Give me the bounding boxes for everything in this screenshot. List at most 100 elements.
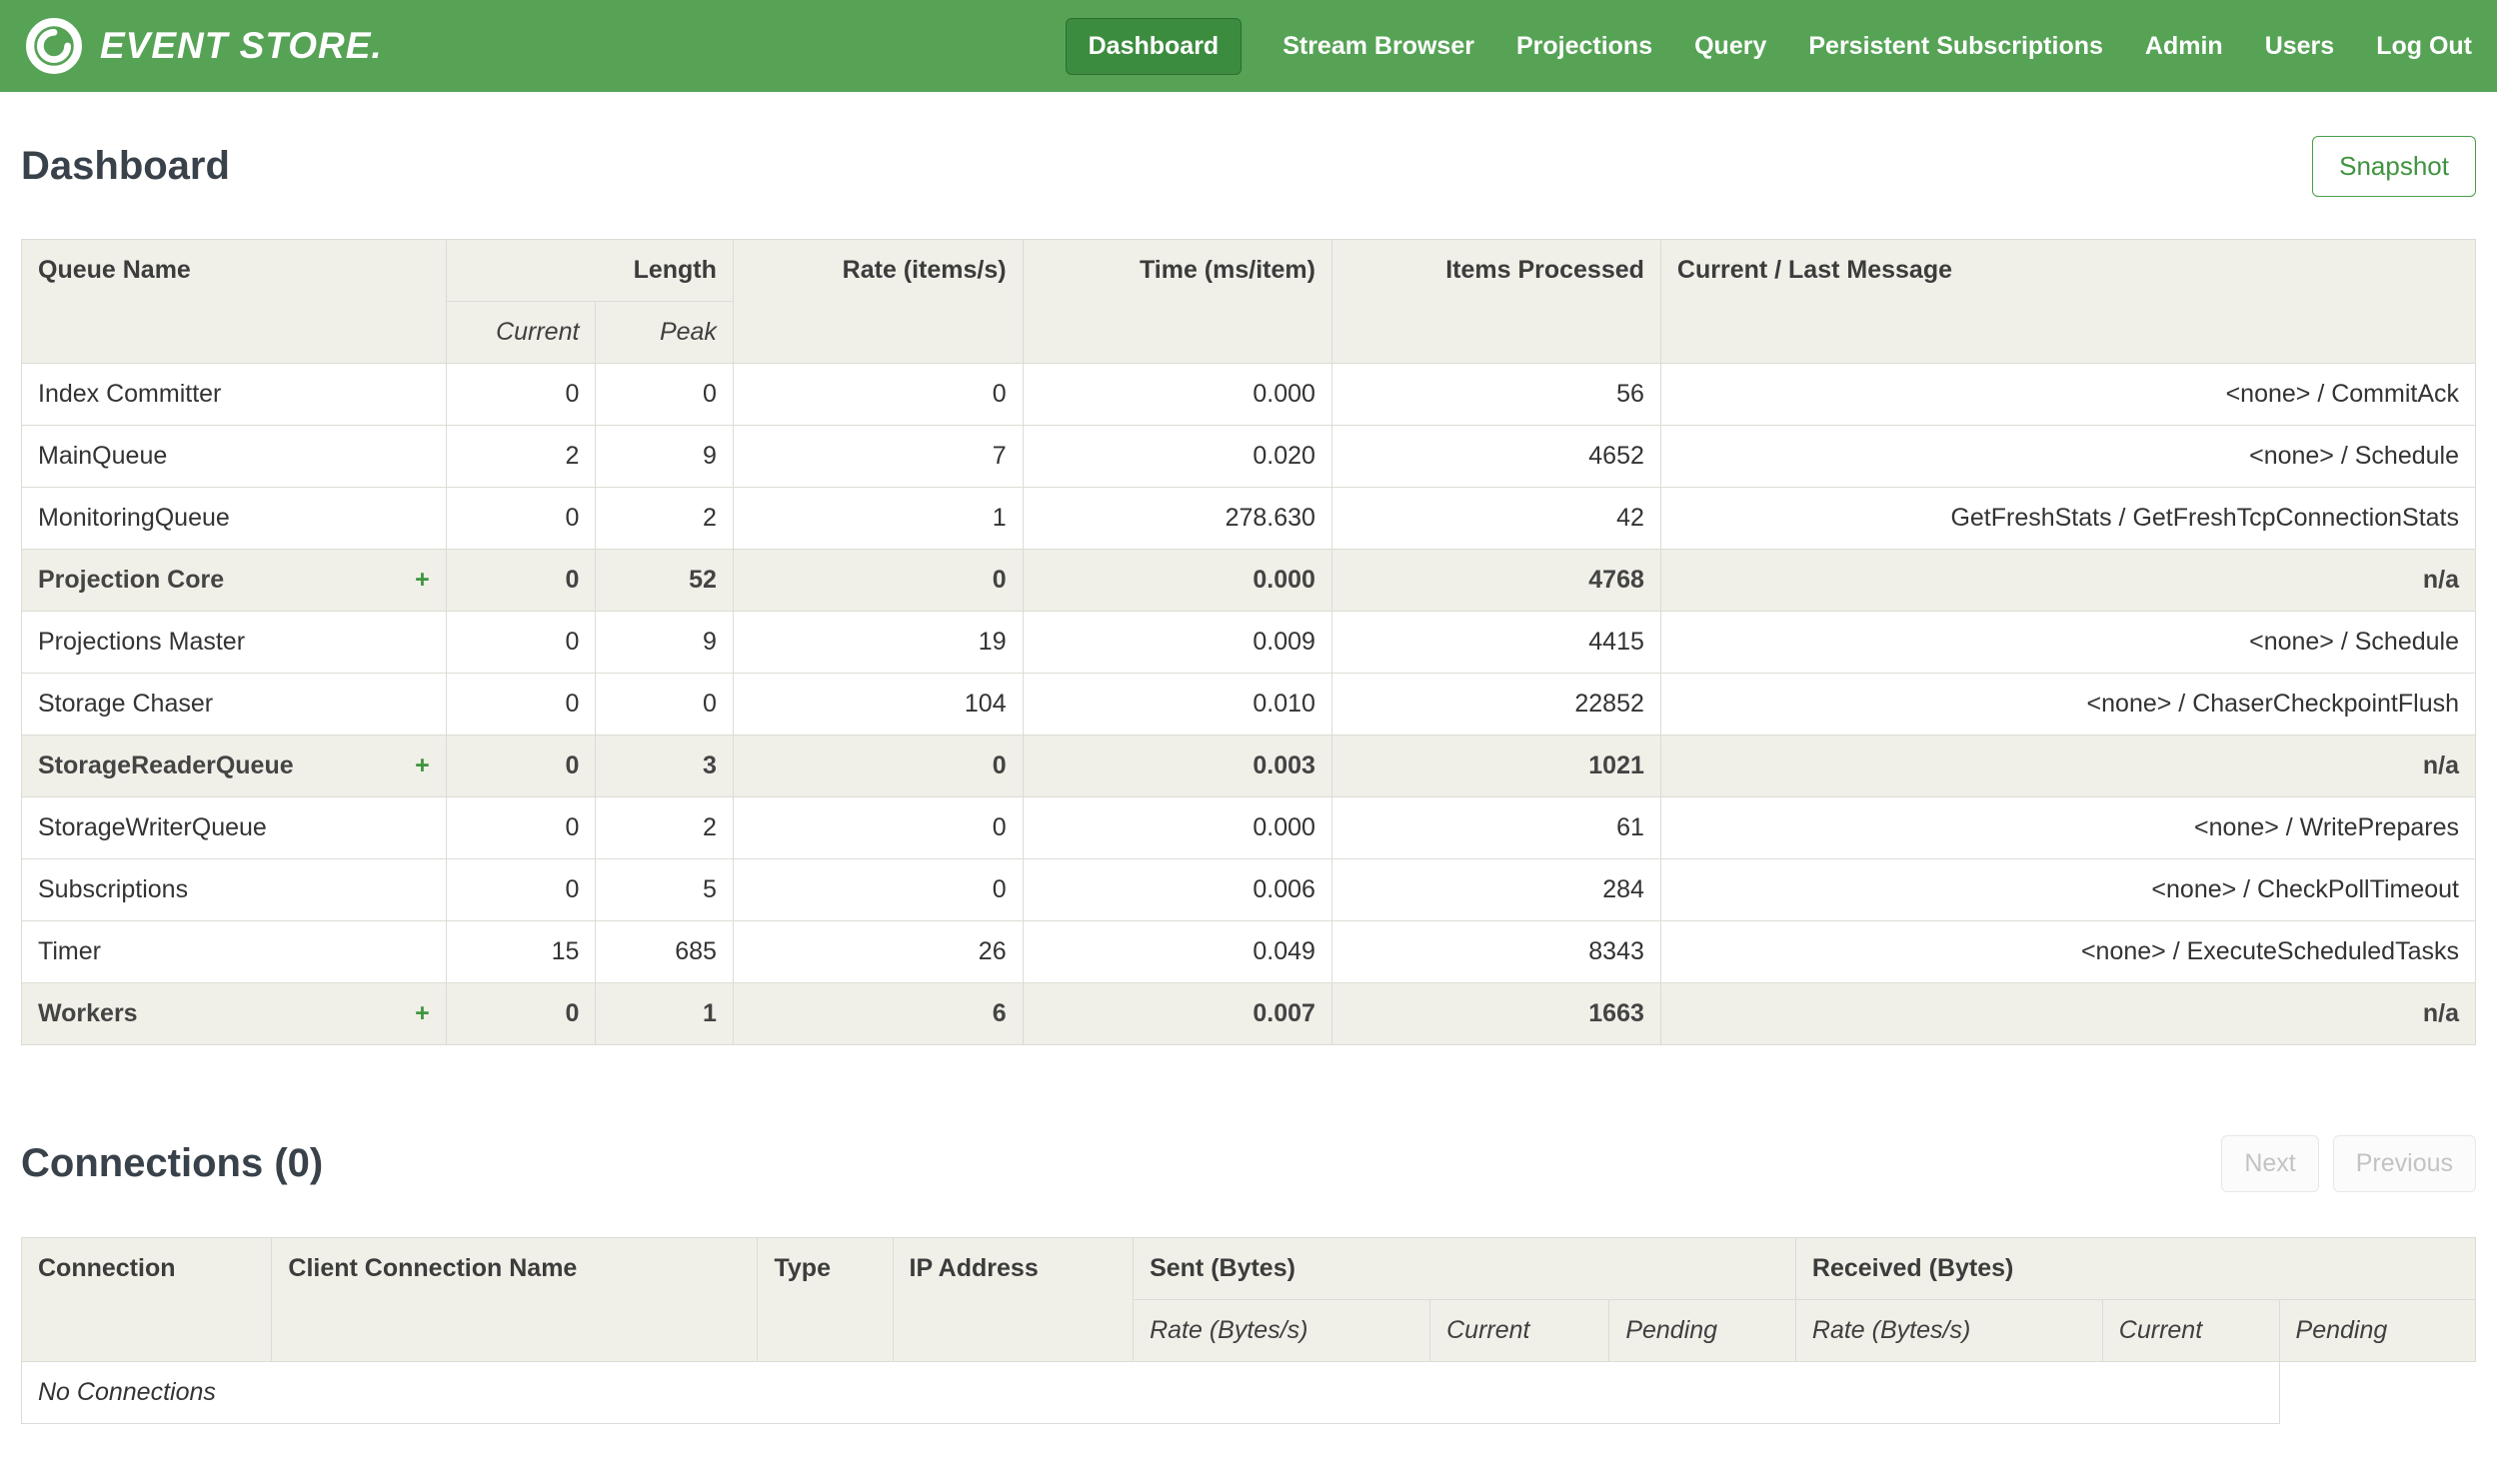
queue-time-value: 278.630 (1022, 487, 1332, 550)
queue-peak-value: 2 (595, 487, 734, 550)
queue-peak-value: 1 (595, 982, 734, 1045)
next-button[interactable]: Next (2221, 1135, 2319, 1192)
queue-name: Timer (38, 937, 101, 965)
queue-rate-value: 0 (732, 858, 1024, 921)
queue-row: Workers +0 1 6 0.007 1663 n/a (21, 982, 2477, 1045)
queue-name-cell: Index Committer (21, 363, 447, 426)
eventstore-logo-icon (24, 16, 84, 76)
queue-current-value: 0 (445, 487, 597, 550)
queue-rate-value: 0 (732, 735, 1024, 797)
nav-item-admin[interactable]: Admin (2144, 18, 2224, 75)
queue-row: MainQueue 2 9 7 0.020 4652 <none> / Schedule (21, 425, 2477, 488)
queue-time-value: 0.010 (1022, 673, 1332, 736)
queue-row: StorageReaderQueue +0 3 0 0.003 1021 n/a (21, 735, 2477, 797)
header-sent-rate: Rate (Bytes/s) (1133, 1299, 1431, 1362)
queue-message-value: GetFreshStats / GetFreshTcpConnectionSta… (1659, 487, 2477, 550)
queue-rate-value: 1 (732, 487, 1024, 550)
queue-peak-value: 9 (595, 425, 734, 488)
nav-item-users[interactable]: Users (2264, 18, 2336, 75)
header-current: Current (445, 301, 597, 364)
queue-name-cell: StorageReaderQueue + (21, 735, 447, 797)
queue-message-value: <none> / CheckPollTimeout (1659, 858, 2477, 921)
header-queue-name: Queue Name (21, 239, 447, 364)
queue-rate-value: 19 (732, 611, 1024, 674)
queue-name: StorageWriterQueue (38, 813, 267, 841)
page-title: Dashboard (21, 144, 230, 188)
header-time: Time (ms/item) (1022, 239, 1332, 364)
queue-items-processed-value: 22852 (1330, 673, 1661, 736)
header-received-rate: Rate (Bytes/s) (1794, 1299, 2103, 1362)
queue-name-cell: StorageWriterQueue (21, 796, 447, 859)
queue-items-processed-value: 4768 (1330, 549, 1661, 612)
expand-icon[interactable]: + (415, 751, 430, 780)
queue-name-cell: Workers + (21, 982, 447, 1045)
queue-name: Projections Master (38, 628, 246, 656)
header-client-connection-name: Client Connection Name (271, 1237, 759, 1362)
queue-rate-value: 6 (732, 982, 1024, 1045)
queue-row: Storage Chaser 0 0 104 0.010 22852 <none> / Ch… (21, 673, 2477, 736)
queue-name-cell: MonitoringQueue (21, 487, 447, 550)
pager: Next Previous (2221, 1135, 2476, 1192)
queue-time-value: 0.007 (1022, 982, 1332, 1045)
queue-current-value: 0 (445, 796, 597, 859)
header-rate: Rate (items/s) (732, 239, 1024, 364)
snapshot-button[interactable]: Snapshot (2312, 136, 2476, 197)
queue-peak-value: 0 (595, 673, 734, 736)
queue-message-value: n/a (1659, 549, 2477, 612)
nav-item-projections[interactable]: Projections (1515, 18, 1653, 75)
queue-message-value: n/a (1659, 982, 2477, 1045)
queue-items-processed-value: 284 (1330, 858, 1661, 921)
header-items-processed: Items Processed (1330, 239, 1661, 364)
header-sent-current: Current (1429, 1299, 1610, 1362)
queue-rate-value: 26 (732, 920, 1024, 983)
queue-name-cell: Subscriptions (21, 858, 447, 921)
queue-name: Subscriptions (38, 875, 189, 903)
header-received-current: Current (2101, 1299, 2280, 1362)
queue-name-cell: Timer (21, 920, 447, 983)
expand-icon[interactable]: + (415, 999, 430, 1028)
brand[interactable]: EVENT STORE. (24, 16, 383, 76)
queue-items-processed-value: 8343 (1330, 920, 1661, 983)
previous-button[interactable]: Previous (2332, 1135, 2476, 1192)
queue-row: MonitoringQueue 0 2 1 278.630 42 GetFreshStats… (21, 487, 2477, 550)
no-connections-text: No Connections (21, 1361, 2280, 1424)
queue-row: Projection Core +0 52 0 0.000 4768 n/a (21, 549, 2477, 612)
queue-peak-value: 0 (595, 363, 734, 426)
nav-item-query[interactable]: Query (1693, 18, 1767, 75)
queue-current-value: 0 (445, 673, 597, 736)
header-peak: Peak (595, 301, 734, 364)
queue-items-processed-value: 1021 (1330, 735, 1661, 797)
queue-name-cell: MainQueue (21, 425, 447, 488)
queue-peak-value: 3 (595, 735, 734, 797)
nav-item-stream-browser[interactable]: Stream Browser (1281, 18, 1475, 75)
queue-current-value: 0 (445, 363, 597, 426)
queue-time-value: 0.003 (1022, 735, 1332, 797)
header-type: Type (757, 1237, 894, 1362)
header-connection: Connection (20, 1237, 273, 1362)
nav-item-logout[interactable]: Log Out (2375, 18, 2473, 75)
queue-message-value: <none> / ChaserCheckpointFlush (1659, 673, 2477, 736)
queue-name: Projection Core (38, 566, 225, 594)
queue-row: Projections Master 0 9 19 0.009 4415 <none> / … (21, 611, 2477, 674)
queue-message-value: <none> / ExecuteScheduledTasks (1659, 920, 2477, 983)
queue-time-value: 0.000 (1022, 549, 1332, 612)
queue-name: MainQueue (38, 442, 168, 470)
queue-peak-value: 5 (595, 858, 734, 921)
queue-peak-value: 52 (595, 549, 734, 612)
queue-time-value: 0.006 (1022, 858, 1332, 921)
queues-table: Queue Name Length Rate (items/s) Time (m… (21, 239, 2477, 1045)
queue-current-value: 2 (445, 425, 597, 488)
queue-rate-value: 104 (732, 673, 1024, 736)
queue-current-value: 15 (445, 920, 597, 983)
queue-current-value: 0 (445, 611, 597, 674)
no-connections-row: No Connections (21, 1361, 2476, 1424)
header-length: Length (445, 239, 734, 302)
top-navbar: EVENT STORE. Dashboard Stream Browser Pr… (0, 0, 2497, 92)
nav-item-persistent-subscriptions[interactable]: Persistent Subscriptions (1807, 18, 2104, 75)
queue-name: Index Committer (38, 380, 222, 408)
queue-peak-value: 9 (595, 611, 734, 674)
nav-item-dashboard[interactable]: Dashboard (1065, 17, 1243, 75)
queue-message-value: <none> / Schedule (1659, 425, 2477, 488)
queue-rate-value: 0 (732, 796, 1024, 859)
expand-icon[interactable]: + (415, 566, 430, 595)
